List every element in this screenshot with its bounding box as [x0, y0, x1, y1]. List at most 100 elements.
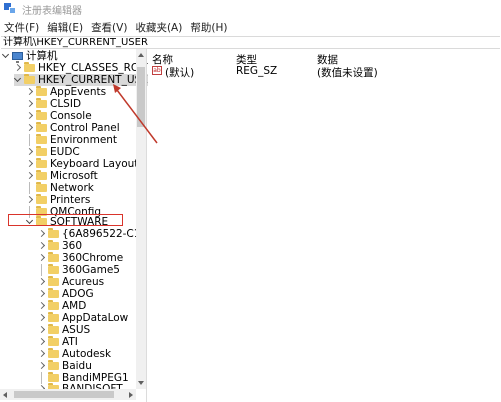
computer-icon	[12, 52, 23, 63]
tree-item-label: ATI	[62, 336, 78, 348]
menu-favorites[interactable]: 收藏夹(A)	[131, 20, 186, 35]
collapse-chevron-icon[interactable]	[38, 324, 46, 336]
collapse-chevron-icon[interactable]	[38, 336, 46, 348]
scroll-thumb[interactable]	[137, 67, 145, 127]
tree-item-keyboard-layout[interactable]: Keyboard Layout	[26, 158, 138, 170]
tree-item-label: Environment	[50, 134, 118, 146]
tree-item-label: ADOG	[62, 288, 94, 300]
menu-help[interactable]: 帮助(H)	[186, 20, 231, 35]
menu-file[interactable]: 文件(F)	[0, 20, 43, 35]
collapse-chevron-icon[interactable]	[38, 240, 46, 252]
address-bar[interactable]: 计算机\HKEY_CURRENT_USER	[1, 36, 500, 49]
collapse-chevron-icon[interactable]	[26, 110, 34, 122]
tree-item-label: AMD	[62, 300, 87, 312]
tree-item-label: 360Chrome	[62, 252, 124, 264]
tree-item-label: Printers	[50, 194, 91, 206]
tree-item-hkey-current-user[interactable]: HKEY_CURRENT_USER	[14, 74, 148, 86]
collapse-chevron-icon[interactable]	[38, 360, 46, 372]
tree-item-label: HKEY_CURRENT_USER	[38, 74, 148, 86]
collapse-chevron-icon[interactable]	[38, 228, 46, 240]
collapse-chevron-icon[interactable]	[14, 62, 22, 74]
tree-item-microsoft[interactable]: Microsoft	[26, 170, 98, 182]
collapse-chevron-icon[interactable]	[38, 312, 46, 324]
folder-icon	[24, 62, 35, 72]
folder-icon	[36, 146, 47, 156]
menu-edit[interactable]: 编辑(E)	[43, 20, 87, 35]
value-row-default[interactable]: ab (默认) REG_SZ (数值未设置)	[148, 65, 501, 79]
folder-icon	[48, 360, 59, 370]
tree-item-console[interactable]: Console	[26, 110, 92, 122]
folder-icon	[48, 228, 59, 238]
tree-item-guid-key[interactable]: {6A896522-C181-4	[38, 228, 148, 240]
pane-splitter[interactable]	[146, 49, 147, 402]
tree-item-label: Baidu	[62, 360, 92, 372]
collapse-chevron-icon[interactable]	[26, 146, 34, 158]
tree-item-label: EUDC	[50, 146, 80, 158]
collapse-chevron-icon[interactable]	[26, 122, 34, 134]
tree-vertical-scrollbar[interactable]	[136, 49, 146, 389]
tree-item-label: Keyboard Layout	[50, 158, 139, 170]
tree-item-baidu[interactable]: Baidu	[38, 360, 92, 372]
folder-icon	[48, 264, 59, 274]
folder-icon	[36, 158, 47, 168]
tree-item-autodesk[interactable]: Autodesk	[38, 348, 111, 360]
collapse-chevron-icon[interactable]	[26, 98, 34, 110]
tree-horizontal-scrollbar[interactable]	[0, 389, 136, 400]
collapse-chevron-icon[interactable]	[38, 288, 46, 300]
tree-item-label: 计算机	[26, 50, 58, 62]
menu-bar: 文件(F) 编辑(E) 查看(V) 收藏夹(A) 帮助(H)	[0, 19, 501, 35]
tree-item-appevents[interactable]: AppEvents	[26, 86, 106, 98]
expand-chevron-icon[interactable]	[2, 50, 10, 62]
tree-item-label: AppDataLow	[62, 312, 129, 324]
tree-item-control-panel[interactable]: Control Panel	[26, 122, 120, 134]
tree-item-computer[interactable]: 计算机	[2, 50, 58, 63]
collapse-chevron-icon[interactable]	[38, 276, 46, 288]
tree-line	[26, 182, 34, 194]
folder-icon	[48, 336, 59, 346]
tree-item-hkey-classes-root[interactable]: HKEY_CLASSES_ROOT	[14, 62, 148, 74]
tree-item-amd[interactable]: AMD	[38, 300, 86, 312]
collapse-chevron-icon[interactable]	[38, 252, 46, 264]
tree-item-label: Microsoft	[50, 170, 98, 182]
tree-item-label: 360	[62, 240, 83, 252]
collapse-chevron-icon[interactable]	[26, 170, 34, 182]
collapse-chevron-icon[interactable]	[26, 158, 34, 170]
software-highlight-box	[8, 214, 123, 226]
scroll-thumb[interactable]	[14, 391, 114, 398]
tree-item-printers[interactable]: Printers	[26, 194, 90, 206]
scroll-left-arrow-icon[interactable]	[3, 392, 7, 398]
collapse-chevron-icon[interactable]	[26, 86, 34, 98]
tree-item-network[interactable]: Network	[26, 182, 94, 194]
tree-item-ati[interactable]: ATI	[38, 336, 78, 348]
scroll-up-arrow-icon[interactable]	[138, 53, 144, 57]
folder-icon	[48, 324, 59, 334]
tree-item-asus[interactable]: ASUS	[38, 324, 90, 336]
folder-icon	[48, 300, 59, 310]
value-type: REG_SZ	[236, 65, 278, 77]
folder-icon	[36, 194, 47, 204]
tree-item-acureus[interactable]: Acureus	[38, 276, 104, 288]
scroll-down-arrow-icon[interactable]	[138, 381, 144, 385]
folder-icon	[36, 170, 47, 180]
tree-item-label: CLSID	[50, 98, 82, 110]
folder-icon	[36, 182, 47, 192]
tree-item-appdatalow[interactable]: AppDataLow	[38, 312, 128, 324]
collapse-chevron-icon[interactable]	[38, 300, 46, 312]
tree-item-environment[interactable]: Environment	[26, 134, 117, 146]
title-bar: 注册表编辑器	[0, 0, 501, 18]
collapse-chevron-icon[interactable]	[38, 348, 46, 360]
folder-icon	[48, 348, 59, 358]
collapse-chevron-icon[interactable]	[26, 194, 34, 206]
tree-item-360[interactable]: 360	[38, 240, 82, 252]
expand-chevron-icon[interactable]	[14, 74, 22, 86]
menu-view[interactable]: 查看(V)	[87, 20, 131, 35]
tree-item-label: 360Game5	[62, 264, 120, 276]
tree-item-eudc[interactable]: EUDC	[26, 146, 80, 158]
tree-item-clsid[interactable]: CLSID	[26, 98, 81, 110]
folder-icon	[36, 122, 47, 132]
scroll-right-arrow-icon[interactable]	[129, 392, 133, 398]
tree-item-360game5[interactable]: 360Game5	[38, 264, 120, 276]
tree-item-360chrome[interactable]: 360Chrome	[38, 252, 123, 264]
value-data: (数值未设置)	[317, 67, 378, 79]
tree-item-adog[interactable]: ADOG	[38, 288, 94, 300]
